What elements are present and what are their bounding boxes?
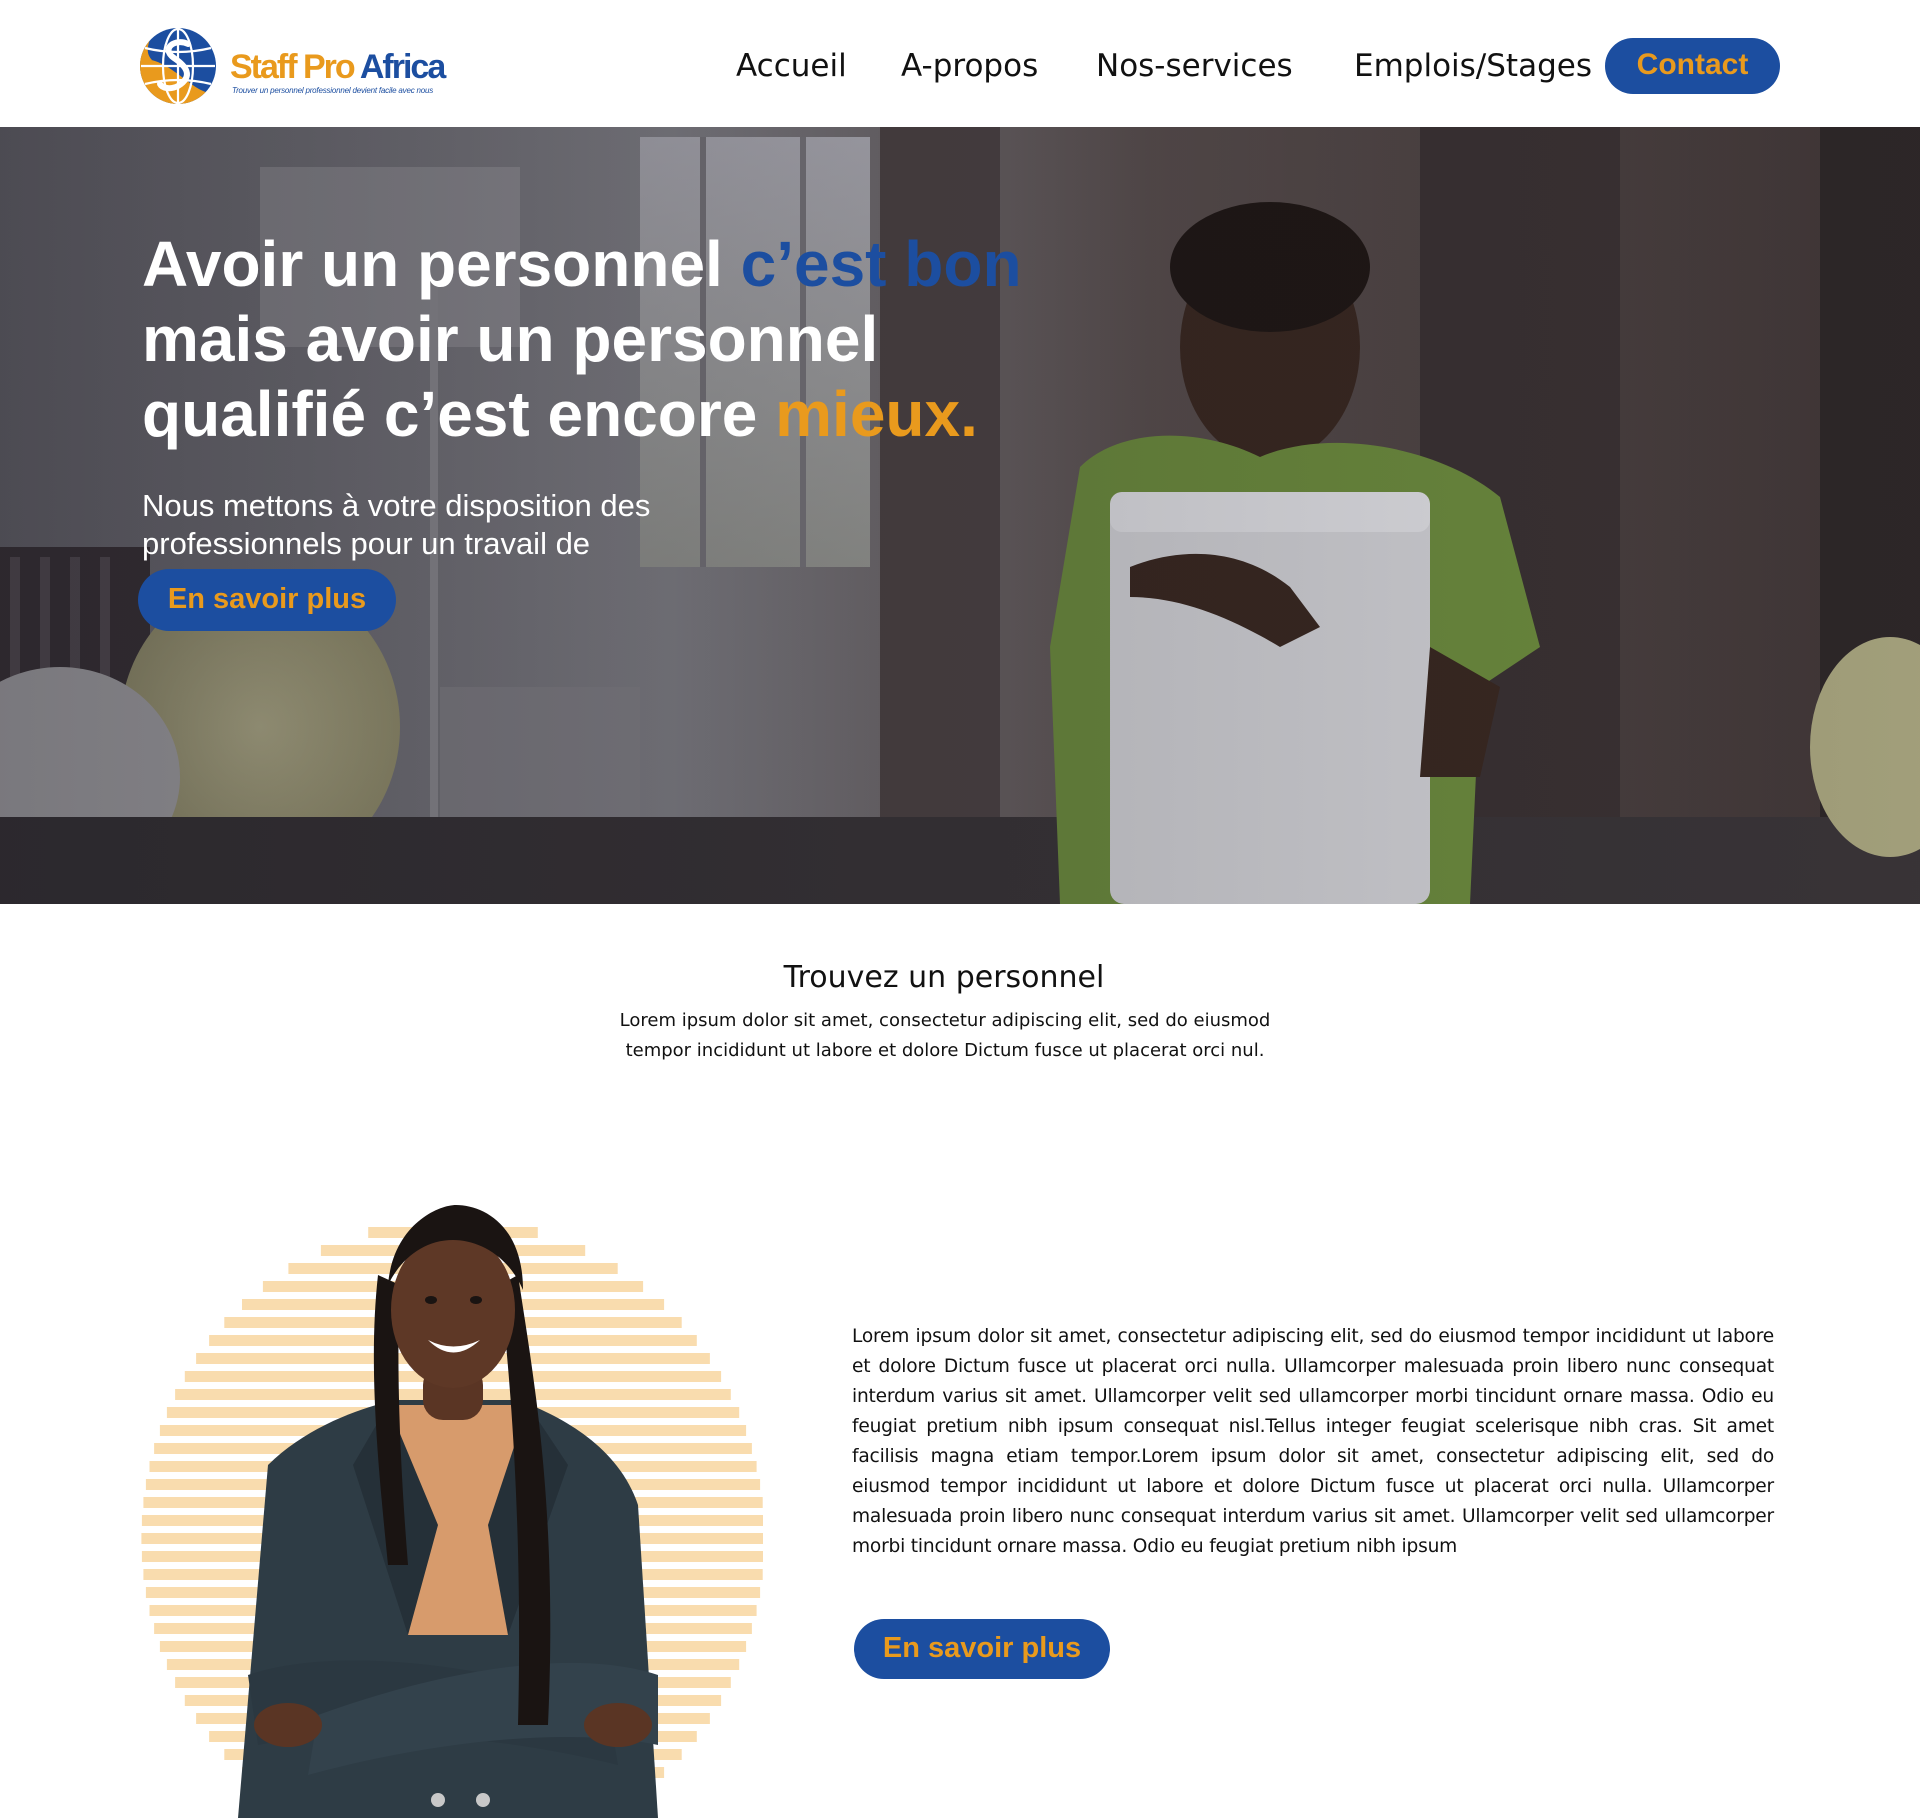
hero-headline-highlight-blue: c’est bon <box>740 228 1022 300</box>
hero-headline-highlight-orange: mieux. <box>775 378 978 450</box>
hero-section: Avoir un personnel c’est bon mais avoir … <box>0 127 1920 904</box>
brand-logo[interactable]: Staff Pro Africa Trouver un personnel pr… <box>138 26 446 106</box>
hero-subtitle: Nous mettons à votre disposition des pro… <box>142 488 651 565</box>
brand-name-part2: Africa <box>359 48 446 86</box>
nav-link-emplois-stages[interactable]: Emplois/Stages <box>1354 44 1592 88</box>
nav-link-a-propos[interactable]: A-propos <box>901 44 1038 88</box>
brand-name: Staff Pro Africa <box>230 48 446 86</box>
globe-logo-icon <box>140 27 216 105</box>
contact-button[interactable]: Contact <box>1605 38 1780 94</box>
site-header: Staff Pro Africa Trouver un personnel pr… <box>0 0 1920 127</box>
hero-headline-part2: mais avoir un personnel qualifié c’est e… <box>142 303 879 450</box>
feature-learn-more-button[interactable]: En savoir plus <box>854 1619 1110 1679</box>
brand-name-part1: Staff Pro <box>230 48 356 86</box>
hero-learn-more-button[interactable]: En savoir plus <box>138 569 396 631</box>
smiling-professional-woman-photo <box>238 1205 658 1818</box>
nav-link-nos-services[interactable]: Nos-services <box>1096 44 1293 88</box>
hero-headline-part1: Avoir un personnel <box>142 228 741 300</box>
find-staff-heading: Trouvez un personnel <box>783 960 1105 995</box>
feature-description: Lorem ipsum dolor sit amet, consectetur … <box>852 1326 1774 1557</box>
nav-link-accueil[interactable]: Accueil <box>736 44 847 88</box>
brand-tagline: Trouver un personnel professionnel devie… <box>232 86 434 95</box>
find-staff-description: Lorem ipsum dolor sit amet, consectetur … <box>619 1010 1271 1061</box>
hero-headline: Avoir un personnel c’est bon mais avoir … <box>142 227 1042 452</box>
feature-portrait <box>138 1205 763 1818</box>
